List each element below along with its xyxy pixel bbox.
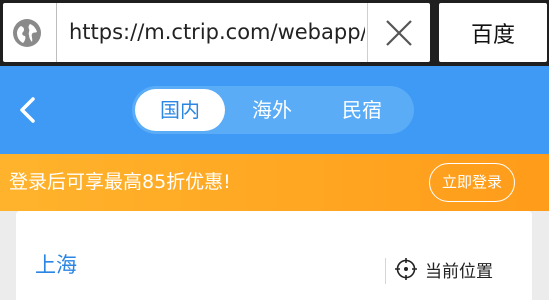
promo-text: 登录后可享最高85折优惠!: [9, 171, 231, 193]
globe-icon: [13, 19, 41, 47]
back-button[interactable]: [14, 94, 40, 126]
app-header: 国内 海外 民宿: [0, 66, 549, 154]
clear-url-button[interactable]: [367, 3, 430, 62]
current-location-button[interactable]: 当前位置: [425, 257, 493, 282]
locate-icon[interactable]: [395, 258, 417, 280]
close-icon: [386, 19, 412, 46]
browser-address-bar: https://m.ctrip.com/webapp/hotel/ 百度: [0, 0, 549, 66]
go-button[interactable]: 百度: [439, 3, 547, 62]
login-promo-banner: 登录后可享最高85折优惠! 立即登录: [0, 154, 549, 211]
location-divider: [385, 258, 386, 284]
url-text[interactable]: https://m.ctrip.com/webapp/hotel/: [69, 3, 365, 62]
tab-overseas[interactable]: 海外: [227, 89, 317, 131]
tab-homestay[interactable]: 民宿: [317, 89, 407, 131]
region-tabs: 国内 海外 民宿: [132, 86, 414, 134]
tab-domestic[interactable]: 国内: [135, 89, 225, 131]
url-divider: [56, 3, 57, 62]
url-field[interactable]: https://m.ctrip.com/webapp/hotel/: [3, 3, 430, 62]
back-arrow-icon: [20, 97, 35, 123]
login-now-button[interactable]: 立即登录: [429, 163, 515, 202]
search-card: 上海 当前位置: [16, 211, 532, 300]
city-selector[interactable]: 上海: [35, 249, 77, 279]
